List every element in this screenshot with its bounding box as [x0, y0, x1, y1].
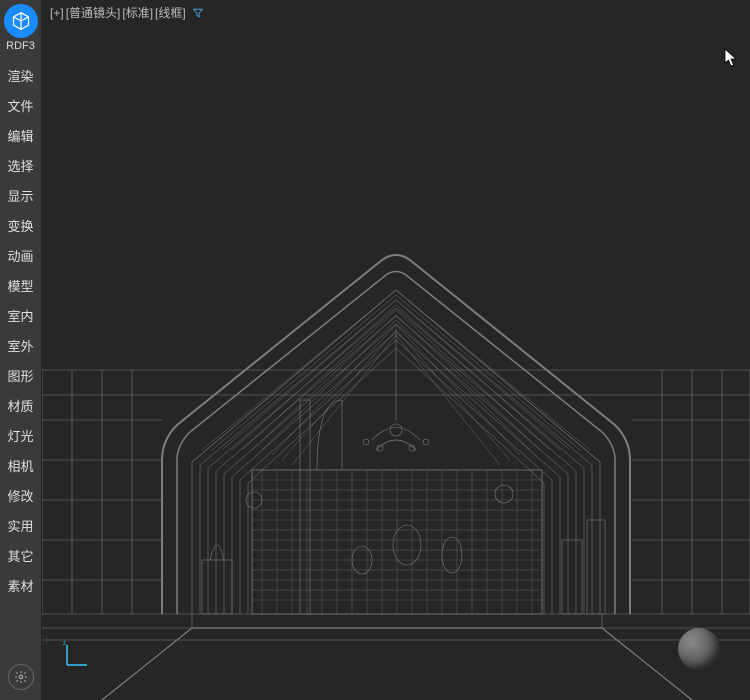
- sidebar-item-shape[interactable]: 图形: [0, 360, 41, 390]
- sidebar-item-label: 实用: [7, 516, 33, 535]
- svg-text:z: z: [63, 641, 66, 647]
- filter-icon[interactable]: [192, 7, 204, 19]
- sidebar-item-label: 修改: [7, 486, 33, 505]
- sidebar-item-modify[interactable]: 修改: [0, 480, 41, 510]
- cube-icon: [11, 11, 31, 31]
- sidebar-item-utility[interactable]: 实用: [0, 510, 41, 540]
- viewcube-sphere[interactable]: [678, 628, 720, 670]
- sidebar-item-asset[interactable]: 素材: [0, 570, 41, 600]
- sidebar-item-render[interactable]: 渲染: [0, 60, 41, 90]
- sidebar-item-label: 室内: [7, 306, 33, 325]
- sidebar-item-animation[interactable]: 动画: [0, 240, 41, 270]
- sidebar-item-material[interactable]: 材质: [0, 390, 41, 420]
- sidebar: RDF3 渲染 文件 编辑 选择 显示 变换 动画 模型 室内 室外 图形 材质…: [0, 0, 42, 700]
- sidebar-item-label: 相机: [7, 456, 33, 475]
- sidebar-item-display[interactable]: 显示: [0, 180, 41, 210]
- app-logo[interactable]: [4, 4, 38, 38]
- sidebar-item-file[interactable]: 文件: [0, 90, 41, 120]
- sidebar-item-label: 模型: [7, 276, 33, 295]
- sidebar-item-label: 灯光: [7, 426, 33, 445]
- sidebar-item-model[interactable]: 模型: [0, 270, 41, 300]
- settings-button[interactable]: [8, 664, 34, 690]
- sidebar-item-exterior[interactable]: 室外: [0, 330, 41, 360]
- sidebar-item-label: 渲染: [7, 66, 33, 85]
- sidebar-item-select[interactable]: 选择: [0, 150, 41, 180]
- sidebar-item-transform[interactable]: 变换: [0, 210, 41, 240]
- app-name: RDF3: [6, 40, 35, 52]
- sidebar-item-label: 室外: [7, 336, 33, 355]
- sidebar-item-camera[interactable]: 相机: [0, 450, 41, 480]
- sidebar-item-label: 显示: [7, 186, 33, 205]
- viewport-labels: [+] [普通镜头] [标准] [线框]: [50, 4, 204, 21]
- viewport[interactable]: [+] [普通镜头] [标准] [线框]: [42, 0, 750, 700]
- sidebar-item-label: 图形: [7, 366, 33, 385]
- sidebar-item-label: 材质: [7, 396, 33, 415]
- sidebar-item-label: 选择: [7, 156, 33, 175]
- viewport-menu-plus[interactable]: [+]: [50, 6, 64, 20]
- sidebar-item-edit[interactable]: 编辑: [0, 120, 41, 150]
- sidebar-item-label: 动画: [7, 246, 33, 265]
- sidebar-item-interior[interactable]: 室内: [0, 300, 41, 330]
- wireframe-scene: [42, 0, 750, 700]
- sidebar-item-label: 变换: [7, 216, 33, 235]
- viewport-menu-mode[interactable]: [线框]: [155, 4, 186, 21]
- gear-icon: [14, 670, 28, 684]
- mouse-cursor-icon: [724, 48, 738, 68]
- axis-gizmo[interactable]: z: [62, 640, 92, 670]
- sidebar-item-label: 编辑: [7, 126, 33, 145]
- viewport-menu-shading[interactable]: [标准]: [122, 4, 153, 21]
- sidebar-item-label: 素材: [7, 576, 33, 595]
- sidebar-item-light[interactable]: 灯光: [0, 420, 41, 450]
- sidebar-item-other[interactable]: 其它: [0, 540, 41, 570]
- viewport-menu-camera[interactable]: [普通镜头]: [66, 4, 121, 21]
- sidebar-item-label: 文件: [7, 96, 33, 115]
- sidebar-item-label: 其它: [7, 546, 33, 565]
